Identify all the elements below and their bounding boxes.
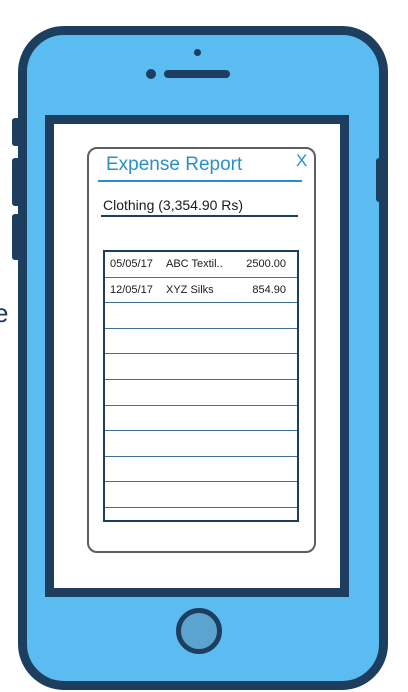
transactions-list: 05/05/17 ABC Textil.. 2500.00 12/05/17 X…	[103, 250, 299, 522]
home-button[interactable]	[176, 608, 222, 654]
transaction-amount: 2500.00	[246, 258, 286, 271]
power-button	[376, 158, 385, 202]
close-button[interactable]: X	[296, 151, 307, 171]
list-item[interactable]	[105, 457, 297, 483]
list-item[interactable]: 05/05/17 ABC Textil.. 2500.00	[105, 252, 297, 278]
stray-text-fragment: e	[0, 298, 9, 328]
volume-up-button	[12, 158, 21, 206]
transaction-amount: 854.90	[252, 283, 286, 296]
category-summary[interactable]: Clothing (3,354.90 Rs)	[103, 197, 243, 213]
volume-down-button	[12, 214, 21, 260]
earpiece-speaker	[164, 70, 230, 78]
list-item[interactable]	[105, 482, 297, 508]
list-item[interactable]	[105, 303, 297, 329]
list-item[interactable]: 12/05/17 XYZ Silks 854.90	[105, 278, 297, 304]
transaction-vendor: XYZ Silks	[166, 283, 214, 296]
list-item[interactable]	[105, 406, 297, 432]
dialog-title: Expense Report	[106, 154, 243, 175]
transaction-date: 05/05/17	[110, 258, 153, 271]
transaction-vendor: ABC Textil..	[166, 258, 223, 271]
category-divider	[101, 215, 298, 217]
transaction-date: 12/05/17	[110, 283, 153, 296]
camera-dot	[146, 69, 156, 79]
list-item[interactable]	[105, 431, 297, 457]
title-divider	[98, 180, 302, 182]
list-item[interactable]	[105, 329, 297, 355]
sensor-dot	[194, 49, 201, 56]
list-item[interactable]	[105, 380, 297, 406]
list-item[interactable]	[105, 354, 297, 380]
mute-switch	[12, 118, 21, 146]
